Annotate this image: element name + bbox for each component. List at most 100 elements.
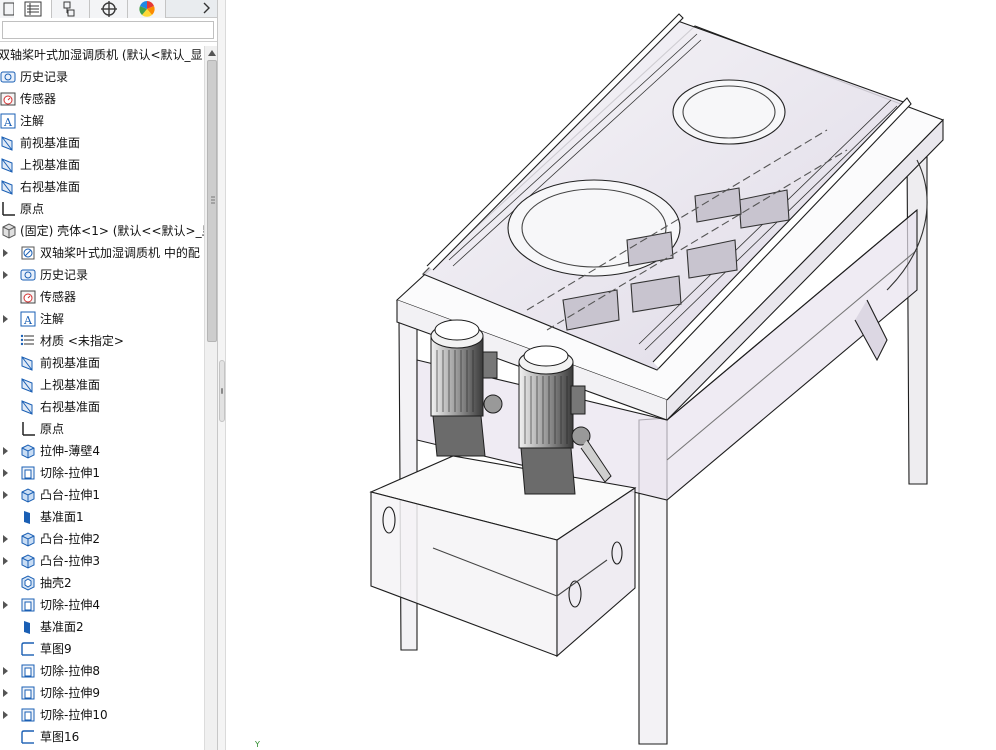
- ref-plane-icon: [24, 621, 30, 634]
- expand-arrow-icon[interactable]: [2, 534, 10, 544]
- scrollbar-thumb[interactable]: [207, 60, 217, 342]
- tree-item[interactable]: 传感器: [0, 286, 204, 308]
- cut-extrude-icon: [21, 708, 35, 722]
- tree-root-assembly[interactable]: 双轴桨叶式加湿调质机 (默认<默认_显: [0, 44, 204, 66]
- feature-tree: 双轴桨叶式加湿调质机 (默认<默认_显 历史记录 传感器 A 注解 前视基准面 上视基准面右…: [0, 44, 204, 750]
- tree-item[interactable]: 右视基准面: [0, 396, 204, 418]
- configuration-icon: [63, 1, 75, 17]
- tree-item[interactable]: 右视基准面: [0, 176, 204, 198]
- tree-item[interactable]: 抽壳2: [0, 572, 204, 594]
- tree-item-label: 抽壳2: [40, 576, 72, 590]
- cut-extrude-icon: [21, 664, 35, 678]
- tree-item[interactable]: A 注解: [0, 308, 204, 330]
- tree-item[interactable]: 切除-拉伸9: [0, 682, 204, 704]
- expand-arrow-icon[interactable]: [2, 556, 10, 566]
- sketch-icon: [21, 642, 34, 656]
- tree-item-label: 基准面2: [40, 620, 84, 634]
- expand-arrow-icon[interactable]: [2, 248, 10, 258]
- tree-item[interactable]: 传感器: [0, 88, 204, 110]
- splitter-handle[interactable]: [219, 360, 225, 422]
- tree-item-label: 注解: [40, 312, 65, 326]
- tree-item-label: 上视基准面: [40, 378, 101, 392]
- tree-filter-input[interactable]: [2, 21, 214, 39]
- tree-item[interactable]: 历史记录: [0, 66, 204, 88]
- chevron-right-icon: [203, 2, 210, 14]
- view-triad-mark: Y: [255, 740, 260, 749]
- mixer-machine-model: [369, 13, 944, 745]
- expand-arrow-icon[interactable]: [2, 490, 10, 500]
- plane-icon: [1, 180, 13, 195]
- expand-arrow-icon[interactable]: [2, 600, 10, 610]
- shell-icon: [21, 575, 35, 591]
- tree-item[interactable]: 上视基准面: [0, 154, 204, 176]
- configuration-manager-tab[interactable]: [52, 0, 90, 18]
- tree-item[interactable]: 原点: [0, 418, 204, 440]
- tree-item[interactable]: (固定) 壳体<1> (默认<<默认>_显: [0, 220, 204, 242]
- grip-icon: [211, 196, 215, 204]
- tree-item-label: 历史记录: [40, 268, 89, 282]
- extrude-icon: [21, 444, 35, 459]
- tree-item[interactable]: 历史记录: [0, 264, 204, 286]
- material-icon: [20, 334, 34, 346]
- tree-item-label: 历史记录: [20, 70, 69, 84]
- dimxpert-tab[interactable]: [90, 0, 128, 18]
- tree-item[interactable]: 草图16: [0, 726, 204, 748]
- expand-arrow-icon[interactable]: [2, 314, 10, 324]
- tree-item[interactable]: 凸台-拉伸1: [0, 484, 204, 506]
- color-wheel-icon: [139, 1, 155, 17]
- tree-item[interactable]: 双轴桨叶式加湿调质机 中的配: [0, 242, 204, 264]
- tree-item[interactable]: 切除-拉伸8: [0, 660, 204, 682]
- tree-item-label: 原点: [40, 422, 65, 436]
- tree-item[interactable]: 基准面1: [0, 506, 204, 528]
- tree-item-label: 前视基准面: [40, 356, 101, 370]
- plane-icon: [21, 356, 33, 371]
- tree-item-label: 注解: [20, 114, 45, 128]
- scroll-up-arrow-icon[interactable]: [207, 48, 217, 58]
- tree-item[interactable]: 草图9: [0, 638, 204, 660]
- tree-item-label: 右视基准面: [40, 400, 101, 414]
- tree-item[interactable]: 上视基准面: [0, 374, 204, 396]
- tree-item[interactable]: 切除-拉伸4: [0, 594, 204, 616]
- tree-item-label: 切除-拉伸4: [40, 598, 100, 612]
- tree-item[interactable]: 前视基准面: [0, 132, 204, 154]
- tree-item[interactable]: 凸台-拉伸3: [0, 550, 204, 572]
- tree-item-label: 切除-拉伸10: [40, 708, 108, 722]
- tab-overflow-chevron[interactable]: [200, 0, 214, 18]
- tree-item-label: 原点: [20, 202, 45, 216]
- tree-item[interactable]: 原点: [0, 198, 204, 220]
- tree-item-label: 传感器: [20, 92, 57, 106]
- tree-item[interactable]: 前视基准面: [0, 352, 204, 374]
- graphics-viewport[interactable]: Y: [227, 0, 996, 750]
- origin-icon: [22, 422, 35, 436]
- expand-arrow-icon[interactable]: [2, 710, 10, 720]
- tree-item[interactable]: 基准面2: [0, 616, 204, 638]
- tree-item-label: (固定) 壳体<1> (默认<<默认>_显: [20, 224, 204, 238]
- expand-arrow-icon[interactable]: [2, 688, 10, 698]
- tree-item-label: 凸台-拉伸3: [40, 554, 100, 568]
- tree-item[interactable]: 切除-拉伸1: [0, 462, 204, 484]
- ref-plane-icon: [24, 511, 30, 524]
- feature-manager-panel: 双轴桨叶式加湿调质机 (默认<默认_显 历史记录 传感器 A 注解 前视基准面 上视基准面右…: [0, 0, 218, 750]
- property-manager-tab[interactable]: [14, 0, 52, 18]
- svg-text:A: A: [3, 116, 13, 129]
- tree-item[interactable]: 切除-拉伸10: [0, 704, 204, 726]
- tree-item[interactable]: A 注解: [0, 110, 204, 132]
- panel-splitter[interactable]: [218, 0, 226, 750]
- part-icon: [2, 223, 16, 239]
- extrude-icon: [21, 554, 35, 569]
- splitter-grip-icon: [221, 388, 223, 394]
- expand-arrow-icon[interactable]: [2, 270, 10, 280]
- sketch-icon: [21, 730, 34, 744]
- tree-scrollbar[interactable]: [204, 46, 217, 750]
- display-manager-tab[interactable]: [128, 0, 166, 18]
- tree-item[interactable]: 凸台-拉伸2: [0, 528, 204, 550]
- annotation-icon: A: [20, 311, 36, 327]
- expand-arrow-icon[interactable]: [2, 468, 10, 478]
- tree-filter-row: [0, 18, 217, 42]
- plane-icon: [21, 378, 33, 393]
- expand-arrow-icon[interactable]: [2, 666, 10, 676]
- expand-arrow-icon[interactable]: [2, 446, 10, 456]
- tree-item[interactable]: 拉伸-薄壁4: [0, 440, 204, 462]
- cut-extrude-icon: [21, 686, 35, 700]
- tree-item[interactable]: 材质 <未指定>: [0, 330, 204, 352]
